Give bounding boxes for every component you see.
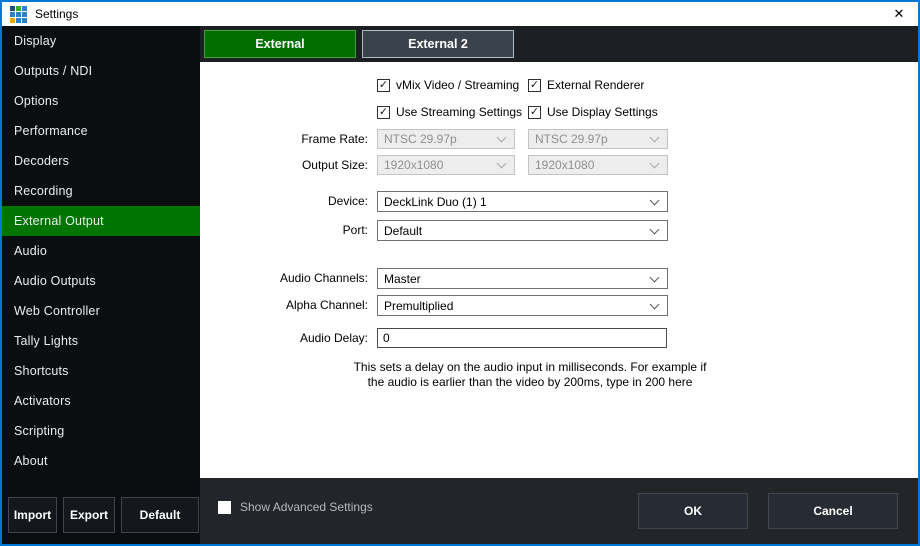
checkbox-icon [218, 501, 231, 514]
sidebar-item-scripting[interactable]: Scripting [2, 416, 200, 446]
logo-cell [16, 6, 21, 11]
audio-delay-input[interactable] [377, 328, 667, 348]
chevron-down-icon [650, 224, 660, 234]
logo-cell [10, 6, 15, 11]
logo-cell [16, 12, 21, 17]
select-value: NTSC 29.97p [535, 132, 608, 146]
cancel-button[interactable]: Cancel [768, 493, 898, 529]
external-renderer-checkbox[interactable]: ✓ External Renderer [528, 78, 644, 92]
sidebar-item-audio[interactable]: Audio [2, 236, 200, 266]
sidebar-buttons: Import Export Default [8, 497, 199, 533]
sidebar-item-outputs-ndi[interactable]: Outputs / NDI [2, 56, 200, 86]
close-icon[interactable]: ✕ [886, 3, 912, 25]
checkbox-icon: ✓ [377, 106, 390, 119]
help-line-1: This sets a delay on the audio input in … [350, 360, 710, 375]
checkbox-label: vMix Video / Streaming [396, 78, 519, 92]
vmix-video-streaming-checkbox[interactable]: ✓ vMix Video / Streaming [377, 78, 519, 92]
check-icon: ✓ [379, 107, 388, 118]
port-select[interactable]: Default [377, 220, 668, 241]
settings-window: Settings ✕ Display Outputs / NDI Options… [0, 0, 920, 546]
title-bar: Settings ✕ [2, 2, 918, 26]
external-output-panel: ✓ vMix Video / Streaming ✓ External Rend… [200, 62, 918, 478]
output-size-label: Output Size: [200, 158, 368, 172]
ok-button[interactable]: OK [638, 493, 748, 529]
checkbox-icon: ✓ [377, 79, 390, 92]
select-value: 1920x1080 [384, 158, 443, 172]
output-size-select-1: 1920x1080 [377, 155, 515, 175]
logo-cell [10, 12, 15, 17]
select-value: Master [384, 272, 421, 286]
use-display-settings-checkbox[interactable]: ✓ Use Display Settings [528, 105, 658, 119]
check-icon: ✓ [530, 107, 539, 118]
logo-cell [16, 18, 21, 23]
select-value: NTSC 29.97p [384, 132, 457, 146]
frame-rate-select-2: NTSC 29.97p [528, 129, 668, 149]
select-value: 1920x1080 [535, 158, 594, 172]
tab-external-2[interactable]: External 2 [362, 30, 514, 58]
checkbox-label: Use Streaming Settings [396, 105, 522, 119]
sidebar-item-audio-outputs[interactable]: Audio Outputs [2, 266, 200, 296]
footer-bar: Show Advanced Settings OK Cancel [200, 478, 918, 544]
chevron-down-icon [497, 159, 507, 169]
sidebar-item-decoders[interactable]: Decoders [2, 146, 200, 176]
logo-cell [10, 18, 15, 23]
help-line-2: the audio is earlier than the video by 2… [350, 375, 710, 390]
tab-external[interactable]: External [204, 30, 356, 58]
use-streaming-settings-checkbox[interactable]: ✓ Use Streaming Settings [377, 105, 522, 119]
frame-rate-label: Frame Rate: [200, 132, 368, 146]
select-value: Default [384, 224, 422, 238]
sidebar-item-activators[interactable]: Activators [2, 386, 200, 416]
window-title: Settings [35, 7, 78, 21]
checkbox-icon: ✓ [528, 79, 541, 92]
tab-strip: External External 2 [200, 26, 918, 62]
export-button[interactable]: Export [63, 497, 115, 533]
audio-channels-label: Audio Channels: [200, 271, 368, 285]
logo-cell [22, 12, 27, 17]
import-button[interactable]: Import [8, 497, 57, 533]
sidebar-item-performance[interactable]: Performance [2, 116, 200, 146]
vmix-logo-icon [10, 6, 27, 23]
settings-sidebar: Display Outputs / NDI Options Performanc… [2, 26, 200, 544]
audio-delay-help-text: This sets a delay on the audio input in … [350, 360, 710, 390]
sidebar-item-tally-lights[interactable]: Tally Lights [2, 326, 200, 356]
checkbox-label: External Renderer [547, 78, 644, 92]
logo-cell [22, 6, 27, 11]
alpha-channel-label: Alpha Channel: [200, 298, 368, 312]
sidebar-item-shortcuts[interactable]: Shortcuts [2, 356, 200, 386]
chevron-down-icon [650, 272, 660, 282]
sidebar-item-external-output[interactable]: External Output [2, 206, 200, 236]
frame-rate-select-1: NTSC 29.97p [377, 129, 515, 149]
sidebar-item-display[interactable]: Display [2, 26, 200, 56]
sidebar-item-options[interactable]: Options [2, 86, 200, 116]
chevron-down-icon [650, 299, 660, 309]
select-value: Premultiplied [384, 299, 453, 313]
chevron-down-icon [650, 159, 660, 169]
check-icon: ✓ [530, 80, 539, 91]
audio-delay-label: Audio Delay: [200, 331, 368, 345]
alpha-channel-select[interactable]: Premultiplied [377, 295, 668, 316]
logo-cell [22, 18, 27, 23]
sidebar-item-about[interactable]: About [2, 446, 200, 476]
checkbox-label: Show Advanced Settings [240, 500, 373, 514]
chevron-down-icon [650, 195, 660, 205]
show-advanced-settings-checkbox[interactable]: Show Advanced Settings [218, 500, 373, 514]
sidebar-item-web-controller[interactable]: Web Controller [2, 296, 200, 326]
default-button[interactable]: Default [121, 497, 199, 533]
chevron-down-icon [650, 133, 660, 143]
device-label: Device: [200, 194, 368, 208]
device-select[interactable]: DeckLink Duo (1) 1 [377, 191, 668, 212]
check-icon: ✓ [379, 80, 388, 91]
checkbox-label: Use Display Settings [547, 105, 658, 119]
output-size-select-2: 1920x1080 [528, 155, 668, 175]
select-value: DeckLink Duo (1) 1 [384, 195, 487, 209]
audio-channels-select[interactable]: Master [377, 268, 668, 289]
checkbox-icon: ✓ [528, 106, 541, 119]
port-label: Port: [200, 223, 368, 237]
sidebar-item-recording[interactable]: Recording [2, 176, 200, 206]
chevron-down-icon [497, 133, 507, 143]
